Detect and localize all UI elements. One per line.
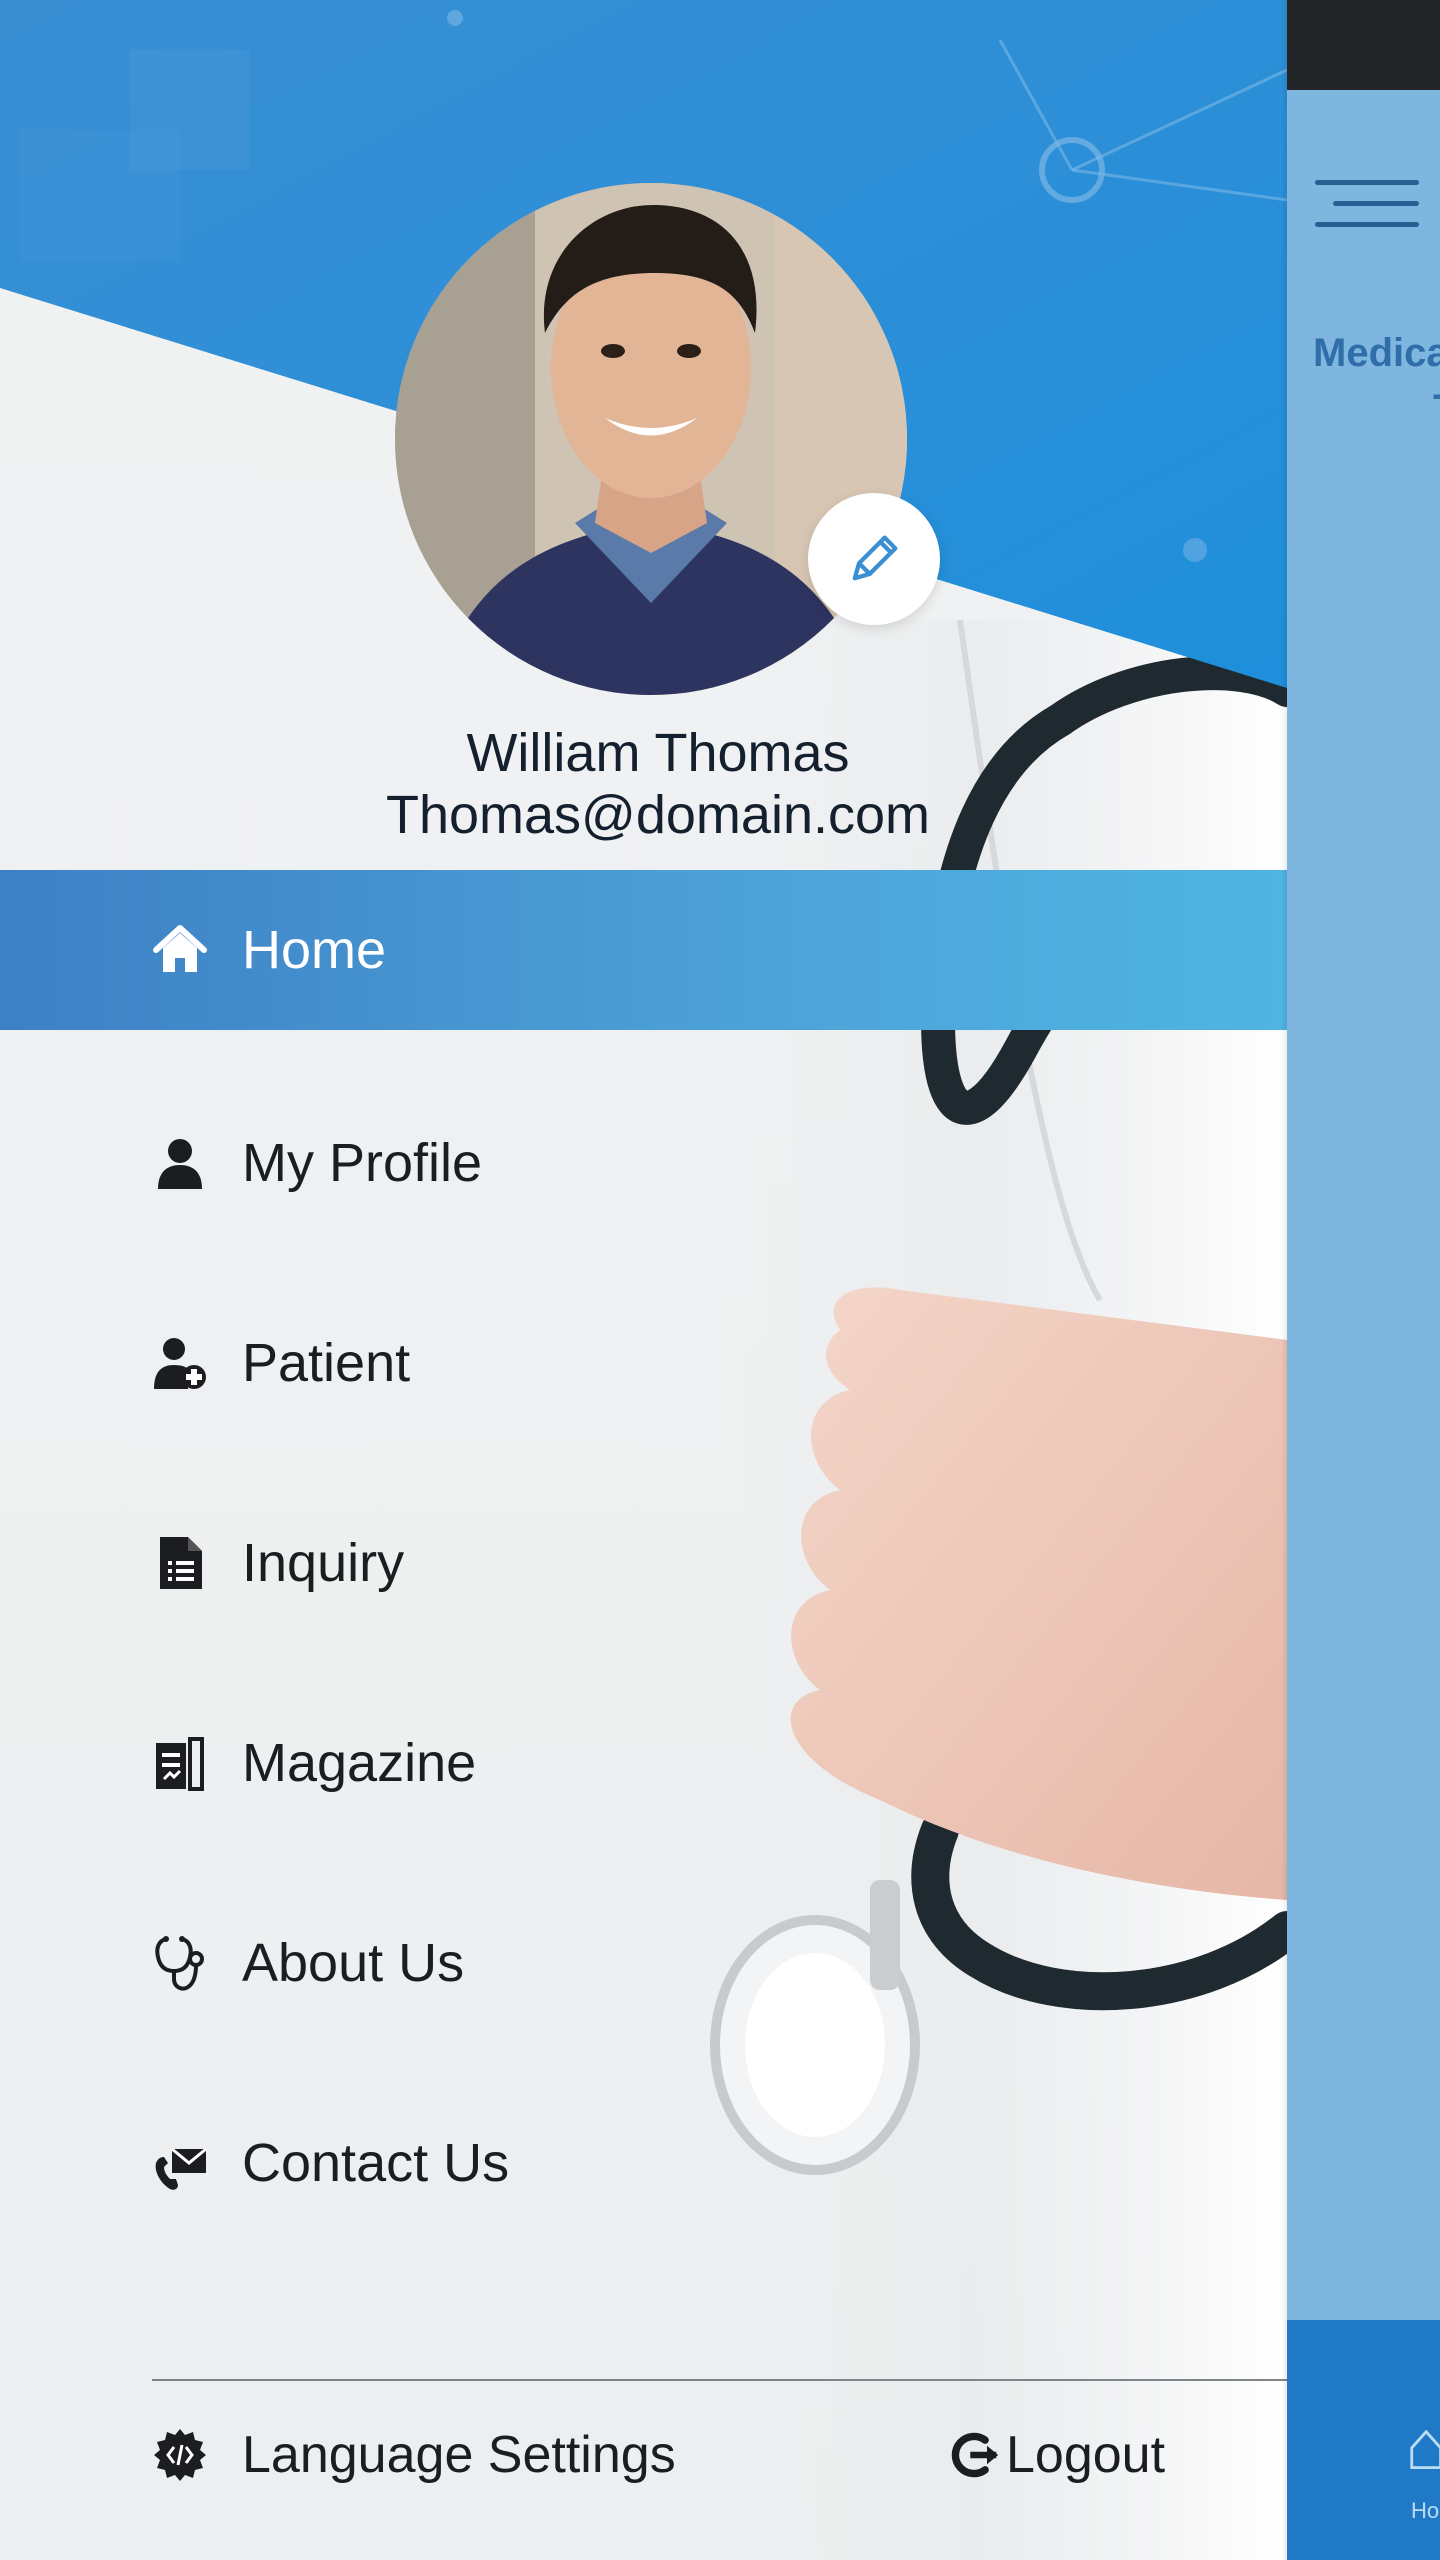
home-icon bbox=[152, 922, 208, 978]
hamburger-menu-icon[interactable] bbox=[1315, 180, 1419, 240]
stethoscope-icon bbox=[152, 1935, 208, 1991]
menu-item-about-us[interactable]: About Us bbox=[0, 1883, 1287, 2043]
menu-item-magazine[interactable]: Magazine bbox=[0, 1683, 1287, 1843]
menu-item-inquiry[interactable]: Inquiry bbox=[0, 1483, 1287, 1643]
document-icon bbox=[152, 1535, 208, 1591]
language-settings-button[interactable]: Language Settings bbox=[152, 2415, 676, 2495]
menu-item-my-profile[interactable]: My Profile bbox=[0, 1083, 1287, 1243]
user-email: Thomas@domain.com bbox=[385, 785, 930, 845]
menu-item-label: Magazine bbox=[242, 1733, 477, 1793]
language-gear-icon bbox=[154, 2429, 206, 2481]
menu-item-label: Home bbox=[242, 920, 387, 980]
menu-item-home[interactable]: Home bbox=[0, 870, 1287, 1030]
underlying-app-screen: Medica T ⌂ Ho bbox=[1287, 0, 1440, 2560]
user-name: William Thomas bbox=[466, 723, 850, 783]
patient-icon bbox=[152, 1335, 208, 1391]
menu-item-label: My Profile bbox=[242, 1133, 483, 1193]
menu-item-label: Contact Us bbox=[242, 2133, 510, 2193]
screen-title-line2: T bbox=[1313, 381, 1440, 437]
menu-item-label: Inquiry bbox=[242, 1533, 405, 1593]
avatar-photo bbox=[395, 183, 907, 695]
profile-avatar[interactable] bbox=[395, 183, 907, 695]
bottom-nav-home-icon[interactable]: ⌂ bbox=[1405, 2410, 1440, 2480]
menu-item-label: About Us bbox=[242, 1933, 465, 1993]
screen-title: Medica T bbox=[1313, 325, 1440, 437]
screen-title-line1: Medica bbox=[1313, 331, 1440, 375]
menu-item-contact-us[interactable]: Contact Us bbox=[0, 2083, 1287, 2243]
user-icon bbox=[152, 1135, 208, 1191]
bottom-navigation-bar: ⌂ Ho bbox=[1287, 2320, 1440, 2560]
bottom-nav-home-label: Ho bbox=[1411, 2498, 1440, 2523]
magazine-icon bbox=[152, 1735, 208, 1791]
edit-profile-button[interactable] bbox=[808, 493, 940, 625]
logout-icon bbox=[951, 2432, 999, 2478]
pencil-icon bbox=[852, 535, 898, 581]
navigation-drawer: William Thomas Thomas@domain.com Home My… bbox=[0, 0, 1287, 2560]
logout-label: Logout bbox=[1006, 2426, 1166, 2484]
footer-divider bbox=[152, 2379, 1287, 2381]
menu-item-label: Patient bbox=[242, 1333, 411, 1393]
contact-icon bbox=[152, 2135, 208, 2191]
menu-item-patient[interactable]: Patient bbox=[0, 1283, 1287, 1443]
logout-button[interactable]: Logout bbox=[948, 2415, 1165, 2495]
status-bar bbox=[1287, 0, 1440, 90]
language-settings-label: Language Settings bbox=[242, 2426, 676, 2484]
